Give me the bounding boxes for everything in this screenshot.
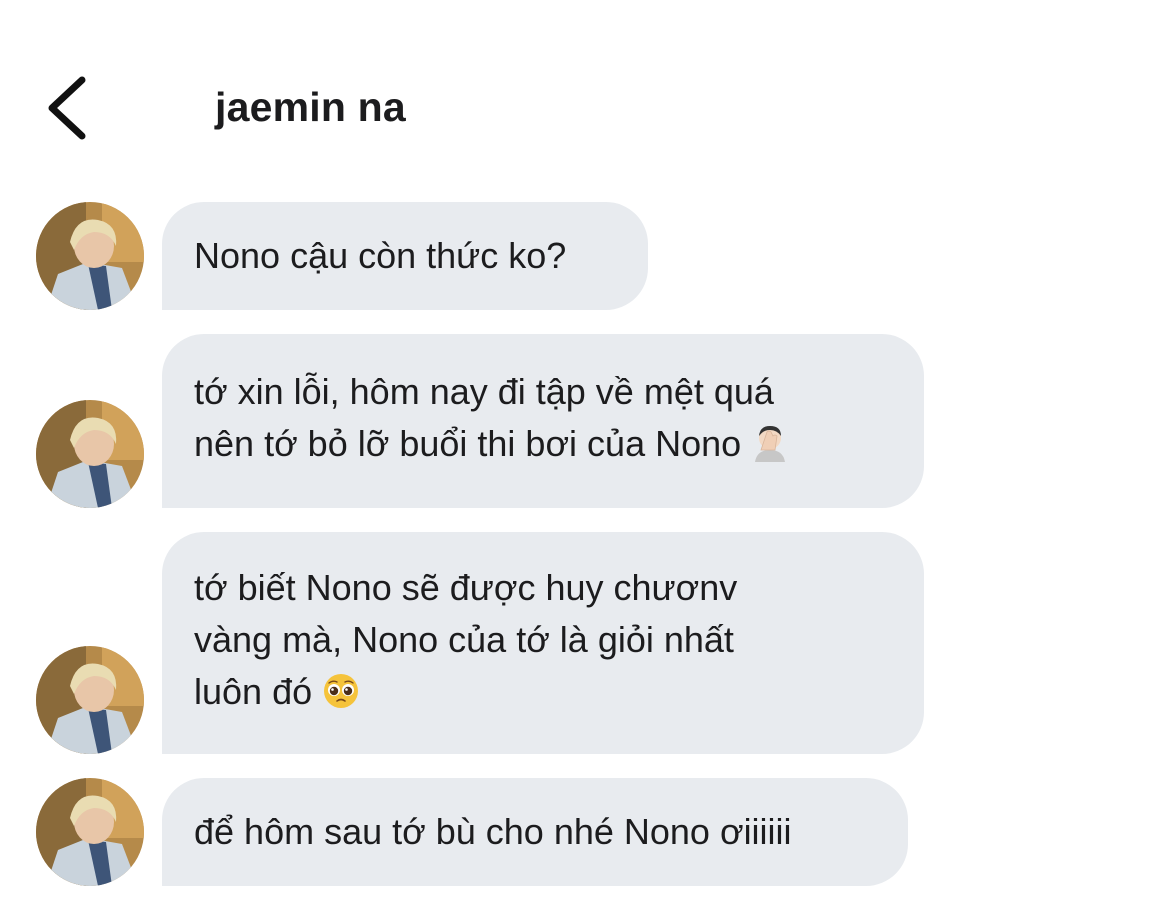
message-text: tớ xin lỗi, hôm nay đi tập về mệt quá nê…	[194, 371, 774, 464]
avatar[interactable]	[36, 646, 144, 754]
message-text: Nono cậu còn thức ko?	[194, 235, 567, 276]
message-bubble[interactable]: để hôm sau tớ bù cho nhé Nono ơiiiiii	[162, 778, 908, 886]
message-list: Nono cậu còn thức ko? tớ xin lỗi, hôm na…	[0, 0, 1169, 906]
message-text: tớ biết Nono sẽ được huy chươnv vàng mà,…	[194, 567, 738, 712]
message-bubble[interactable]: Nono cậu còn thức ko?	[162, 202, 648, 310]
pleading-face-emoji-icon	[322, 672, 360, 710]
message-bubble[interactable]: tớ xin lỗi, hôm nay đi tập về mệt quá nê…	[162, 334, 924, 508]
avatar[interactable]	[36, 778, 144, 886]
facepalm-emoji-icon	[751, 424, 789, 462]
avatar[interactable]	[36, 202, 144, 310]
message-bubble[interactable]: tớ biết Nono sẽ được huy chươnv vàng mà,…	[162, 532, 924, 754]
avatar[interactable]	[36, 400, 144, 508]
message-text: để hôm sau tớ bù cho nhé Nono ơiiiiii	[194, 811, 792, 852]
